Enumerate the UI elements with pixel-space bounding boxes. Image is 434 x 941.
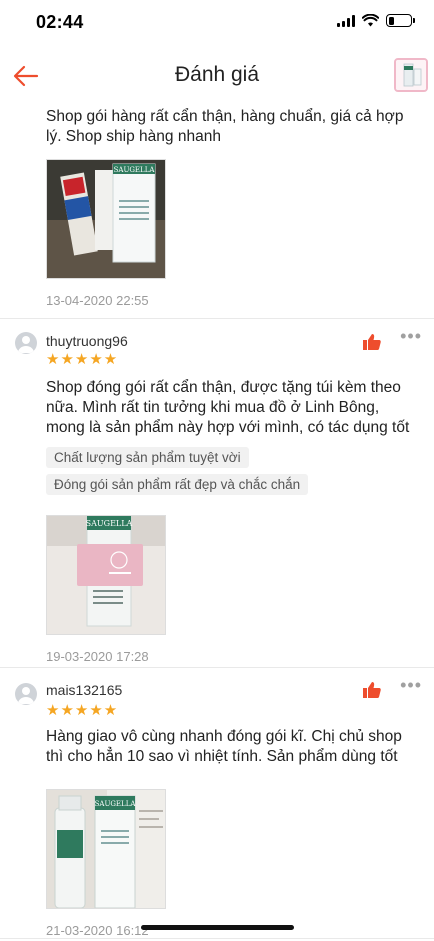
review-list: Shop gói hàng rất cẩn thận, hàng chuẩn, … [0, 104, 434, 939]
star-rating: ★★★★★ [46, 702, 119, 719]
status-icons [337, 14, 415, 27]
wifi-icon [362, 14, 379, 27]
review-item: thuytruong96 ★★★★★ ••• Shop đóng gói rất… [0, 319, 434, 668]
battery-level [388, 16, 394, 25]
status-time: 02:44 [36, 12, 84, 32]
status-bar: 02:44 [0, 0, 434, 46]
product-image [396, 60, 426, 90]
review-tag: Chất lượng sản phẩm tuyệt vời [46, 447, 249, 468]
review-item: mais132165 ★★★★★ ••• Hàng giao vô cùng n… [0, 668, 434, 939]
like-button[interactable] [362, 332, 382, 352]
more-options-button[interactable]: ••• [400, 326, 422, 347]
photo-brand-text: SAUGELLA [86, 519, 133, 528]
review-photo[interactable]: SAUGELLA [46, 159, 166, 279]
more-options-button[interactable]: ••• [400, 675, 422, 696]
review-date: 19-03-2020 17:28 [46, 649, 149, 664]
product-photo: SAUGELLA [47, 516, 165, 634]
review-item: Shop gói hàng rất cẩn thận, hàng chuẩn, … [0, 104, 434, 319]
review-photo[interactable]: SAUGELLA [46, 515, 166, 635]
star-rating: ★★★★★ [46, 351, 119, 368]
product-thumbnail[interactable] [394, 58, 428, 92]
user-avatar [15, 683, 37, 705]
review-tag: Đóng gói sản phẩm rất đẹp và chắc chắn [46, 474, 309, 495]
thumbs-up-icon [363, 334, 381, 350]
page-title: Đánh giá [174, 63, 260, 86]
product-photo: SAUGELLA [47, 160, 165, 278]
home-indicator [141, 925, 294, 930]
product-photo: SAUGELLA [47, 790, 165, 908]
header-bar: Đánh giá [0, 50, 434, 102]
review-photo[interactable]: SAUGELLA [46, 789, 166, 909]
username: thuytruong96 [46, 333, 128, 349]
user-icon [18, 336, 34, 353]
photo-brand-text: SAUGELLA [114, 166, 156, 174]
battery-icon [386, 14, 415, 27]
user-icon [18, 687, 34, 704]
thumbs-up-icon [363, 682, 381, 698]
user-avatar [15, 332, 37, 354]
cellular-signal-icon [337, 14, 355, 27]
review-date: 13-04-2020 22:55 [46, 293, 149, 308]
username: mais132165 [46, 682, 123, 698]
review-text: Shop gói hàng rất cẩn thận, hàng chuẩn, … [46, 108, 404, 145]
photo-brand-text: SAUGELLA [95, 800, 137, 808]
review-tags: Chất lượng sản phẩm tuyệt vời Đóng gói s… [0, 447, 434, 495]
like-button[interactable] [362, 680, 382, 700]
